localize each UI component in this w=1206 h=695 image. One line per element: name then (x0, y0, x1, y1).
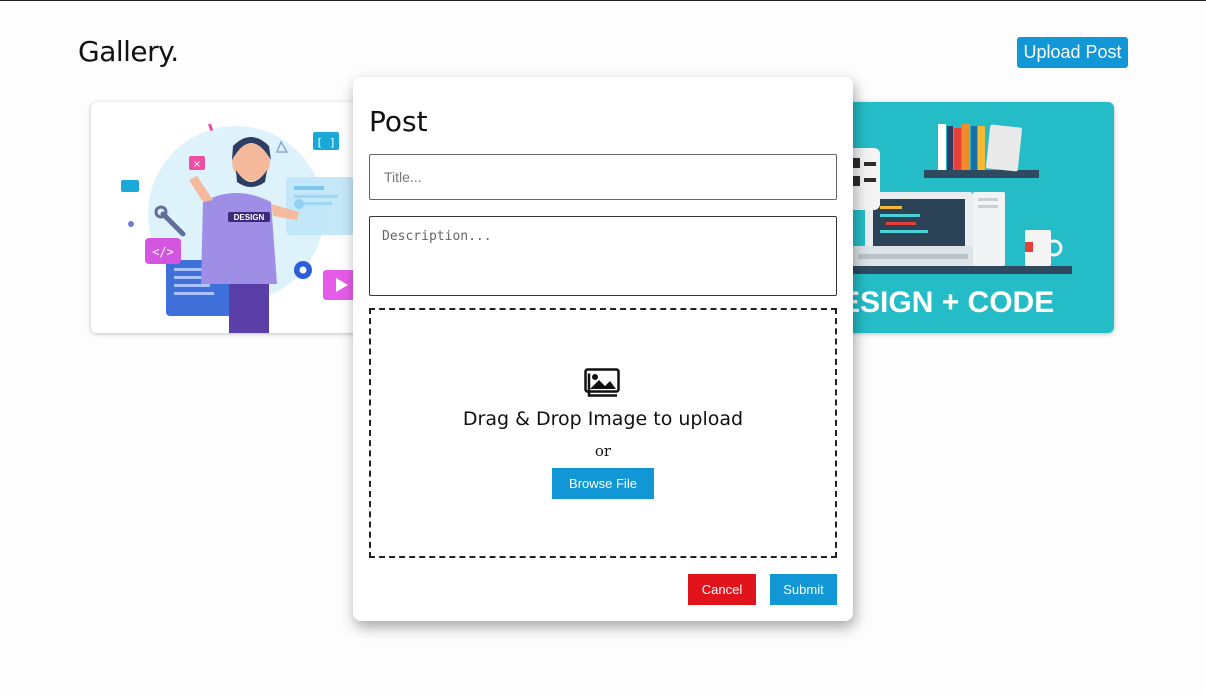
svg-text:[ ]: [ ] (316, 136, 336, 149)
design-badge-text: DESIGN (234, 213, 265, 222)
browse-file-button[interactable]: Browse File (552, 468, 654, 499)
svg-text:</>: </> (152, 245, 174, 259)
designer-illustration: </> × [ ] DESIGN (121, 123, 357, 333)
images-icon (584, 368, 620, 397)
dropzone-text: Drag & Drop Image to upload (462, 408, 744, 430)
design-code-illustration: ESIGN + CODE (810, 124, 1072, 319)
site-title: Gallery. (78, 35, 179, 68)
gallery-card-design-code[interactable]: ESIGN + CODE (810, 102, 1114, 333)
description-input[interactable] (369, 216, 837, 296)
cancel-button[interactable]: Cancel (688, 574, 756, 605)
gallery-card-design[interactable]: </> × [ ] DESIGN (91, 102, 391, 333)
svg-text:×: × (193, 159, 201, 170)
modal-title: Post (369, 105, 428, 138)
upload-post-button[interactable]: Upload Post (1017, 37, 1128, 68)
image-dropzone[interactable]: Drag & Drop Image to upload or Browse Fi… (369, 308, 837, 558)
dropzone-or-text: or (594, 442, 612, 460)
design-code-banner-text: ESIGN + CODE (840, 286, 1054, 319)
post-modal: Post Drag & Drop Image to upload or Brow… (353, 77, 853, 621)
submit-button[interactable]: Submit (770, 574, 837, 605)
title-input[interactable] (369, 154, 837, 200)
